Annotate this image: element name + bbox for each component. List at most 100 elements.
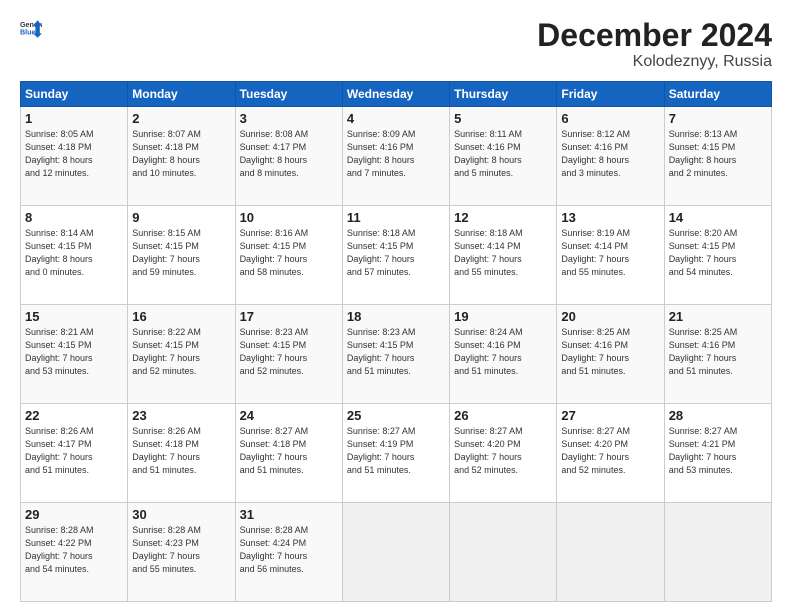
calendar-cell: 6 Sunrise: 8:12 AMSunset: 4:16 PMDayligh… (557, 107, 664, 206)
calendar-cell: 16 Sunrise: 8:22 AMSunset: 4:15 PMDaylig… (128, 305, 235, 404)
day-info: Sunrise: 8:14 AMSunset: 4:15 PMDaylight:… (25, 228, 94, 277)
day-number: 20 (561, 309, 659, 324)
day-number: 21 (669, 309, 767, 324)
day-number: 15 (25, 309, 123, 324)
day-number: 24 (240, 408, 338, 423)
day-info: Sunrise: 8:25 AMSunset: 4:16 PMDaylight:… (561, 327, 630, 376)
day-info: Sunrise: 8:13 AMSunset: 4:15 PMDaylight:… (669, 129, 738, 178)
calendar-cell: 23 Sunrise: 8:26 AMSunset: 4:18 PMDaylig… (128, 404, 235, 503)
calendar-cell (557, 503, 664, 602)
day-info: Sunrise: 8:08 AMSunset: 4:17 PMDaylight:… (240, 129, 309, 178)
calendar-cell: 8 Sunrise: 8:14 AMSunset: 4:15 PMDayligh… (21, 206, 128, 305)
day-number: 16 (132, 309, 230, 324)
col-header-monday: Monday (128, 82, 235, 107)
day-number: 2 (132, 111, 230, 126)
calendar-cell: 25 Sunrise: 8:27 AMSunset: 4:19 PMDaylig… (342, 404, 449, 503)
calendar-cell: 9 Sunrise: 8:15 AMSunset: 4:15 PMDayligh… (128, 206, 235, 305)
day-info: Sunrise: 8:19 AMSunset: 4:14 PMDaylight:… (561, 228, 630, 277)
col-header-saturday: Saturday (664, 82, 771, 107)
day-number: 13 (561, 210, 659, 225)
calendar-cell: 27 Sunrise: 8:27 AMSunset: 4:20 PMDaylig… (557, 404, 664, 503)
calendar-cell: 15 Sunrise: 8:21 AMSunset: 4:15 PMDaylig… (21, 305, 128, 404)
day-info: Sunrise: 8:27 AMSunset: 4:18 PMDaylight:… (240, 426, 309, 475)
col-header-wednesday: Wednesday (342, 82, 449, 107)
day-number: 8 (25, 210, 123, 225)
day-info: Sunrise: 8:27 AMSunset: 4:19 PMDaylight:… (347, 426, 416, 475)
day-number: 26 (454, 408, 552, 423)
page: General Blue December 2024 Kolodeznyy, R… (0, 0, 792, 612)
calendar-cell: 1 Sunrise: 8:05 AMSunset: 4:18 PMDayligh… (21, 107, 128, 206)
day-info: Sunrise: 8:25 AMSunset: 4:16 PMDaylight:… (669, 327, 738, 376)
calendar-cell: 4 Sunrise: 8:09 AMSunset: 4:16 PMDayligh… (342, 107, 449, 206)
day-number: 23 (132, 408, 230, 423)
calendar-cell: 19 Sunrise: 8:24 AMSunset: 4:16 PMDaylig… (450, 305, 557, 404)
calendar-cell (450, 503, 557, 602)
subtitle: Kolodeznyy, Russia (537, 53, 772, 71)
calendar-cell: 14 Sunrise: 8:20 AMSunset: 4:15 PMDaylig… (664, 206, 771, 305)
day-number: 6 (561, 111, 659, 126)
day-number: 7 (669, 111, 767, 126)
day-number: 30 (132, 507, 230, 522)
calendar-cell: 11 Sunrise: 8:18 AMSunset: 4:15 PMDaylig… (342, 206, 449, 305)
day-info: Sunrise: 8:20 AMSunset: 4:15 PMDaylight:… (669, 228, 738, 277)
day-number: 9 (132, 210, 230, 225)
calendar-cell: 12 Sunrise: 8:18 AMSunset: 4:14 PMDaylig… (450, 206, 557, 305)
logo-icon: General Blue (20, 18, 42, 40)
calendar-cell: 18 Sunrise: 8:23 AMSunset: 4:15 PMDaylig… (342, 305, 449, 404)
calendar-cell: 21 Sunrise: 8:25 AMSunset: 4:16 PMDaylig… (664, 305, 771, 404)
day-info: Sunrise: 8:28 AMSunset: 4:24 PMDaylight:… (240, 525, 309, 574)
day-info: Sunrise: 8:24 AMSunset: 4:16 PMDaylight:… (454, 327, 523, 376)
week-row-1: 1 Sunrise: 8:05 AMSunset: 4:18 PMDayligh… (21, 107, 772, 206)
week-row-2: 8 Sunrise: 8:14 AMSunset: 4:15 PMDayligh… (21, 206, 772, 305)
day-number: 28 (669, 408, 767, 423)
day-info: Sunrise: 8:21 AMSunset: 4:15 PMDaylight:… (25, 327, 94, 376)
day-info: Sunrise: 8:26 AMSunset: 4:18 PMDaylight:… (132, 426, 201, 475)
day-number: 31 (240, 507, 338, 522)
day-number: 12 (454, 210, 552, 225)
day-info: Sunrise: 8:07 AMSunset: 4:18 PMDaylight:… (132, 129, 201, 178)
calendar-cell: 3 Sunrise: 8:08 AMSunset: 4:17 PMDayligh… (235, 107, 342, 206)
calendar-cell: 17 Sunrise: 8:23 AMSunset: 4:15 PMDaylig… (235, 305, 342, 404)
calendar-cell: 2 Sunrise: 8:07 AMSunset: 4:18 PMDayligh… (128, 107, 235, 206)
day-number: 17 (240, 309, 338, 324)
day-number: 25 (347, 408, 445, 423)
day-info: Sunrise: 8:28 AMSunset: 4:22 PMDaylight:… (25, 525, 94, 574)
calendar-cell: 7 Sunrise: 8:13 AMSunset: 4:15 PMDayligh… (664, 107, 771, 206)
day-number: 1 (25, 111, 123, 126)
day-number: 11 (347, 210, 445, 225)
day-info: Sunrise: 8:18 AMSunset: 4:14 PMDaylight:… (454, 228, 523, 277)
calendar-cell: 28 Sunrise: 8:27 AMSunset: 4:21 PMDaylig… (664, 404, 771, 503)
svg-text:Blue: Blue (20, 29, 36, 37)
day-info: Sunrise: 8:05 AMSunset: 4:18 PMDaylight:… (25, 129, 94, 178)
day-info: Sunrise: 8:12 AMSunset: 4:16 PMDaylight:… (561, 129, 630, 178)
title-block: December 2024 Kolodeznyy, Russia (537, 18, 772, 71)
calendar-cell: 22 Sunrise: 8:26 AMSunset: 4:17 PMDaylig… (21, 404, 128, 503)
day-info: Sunrise: 8:27 AMSunset: 4:20 PMDaylight:… (454, 426, 523, 475)
day-header-row: SundayMondayTuesdayWednesdayThursdayFrid… (21, 82, 772, 107)
week-row-4: 22 Sunrise: 8:26 AMSunset: 4:17 PMDaylig… (21, 404, 772, 503)
month-title: December 2024 (537, 18, 772, 53)
day-number: 27 (561, 408, 659, 423)
day-number: 22 (25, 408, 123, 423)
day-info: Sunrise: 8:27 AMSunset: 4:20 PMDaylight:… (561, 426, 630, 475)
day-info: Sunrise: 8:28 AMSunset: 4:23 PMDaylight:… (132, 525, 201, 574)
day-info: Sunrise: 8:15 AMSunset: 4:15 PMDaylight:… (132, 228, 201, 277)
calendar-cell: 31 Sunrise: 8:28 AMSunset: 4:24 PMDaylig… (235, 503, 342, 602)
day-info: Sunrise: 8:18 AMSunset: 4:15 PMDaylight:… (347, 228, 416, 277)
calendar-cell: 30 Sunrise: 8:28 AMSunset: 4:23 PMDaylig… (128, 503, 235, 602)
header: General Blue December 2024 Kolodeznyy, R… (20, 18, 772, 71)
day-info: Sunrise: 8:23 AMSunset: 4:15 PMDaylight:… (347, 327, 416, 376)
week-row-5: 29 Sunrise: 8:28 AMSunset: 4:22 PMDaylig… (21, 503, 772, 602)
calendar-cell (342, 503, 449, 602)
calendar-cell: 20 Sunrise: 8:25 AMSunset: 4:16 PMDaylig… (557, 305, 664, 404)
calendar-cell: 5 Sunrise: 8:11 AMSunset: 4:16 PMDayligh… (450, 107, 557, 206)
day-number: 10 (240, 210, 338, 225)
day-info: Sunrise: 8:09 AMSunset: 4:16 PMDaylight:… (347, 129, 416, 178)
calendar-cell: 13 Sunrise: 8:19 AMSunset: 4:14 PMDaylig… (557, 206, 664, 305)
day-number: 18 (347, 309, 445, 324)
day-info: Sunrise: 8:11 AMSunset: 4:16 PMDaylight:… (454, 129, 522, 178)
col-header-friday: Friday (557, 82, 664, 107)
calendar-cell (664, 503, 771, 602)
col-header-tuesday: Tuesday (235, 82, 342, 107)
day-info: Sunrise: 8:26 AMSunset: 4:17 PMDaylight:… (25, 426, 94, 475)
